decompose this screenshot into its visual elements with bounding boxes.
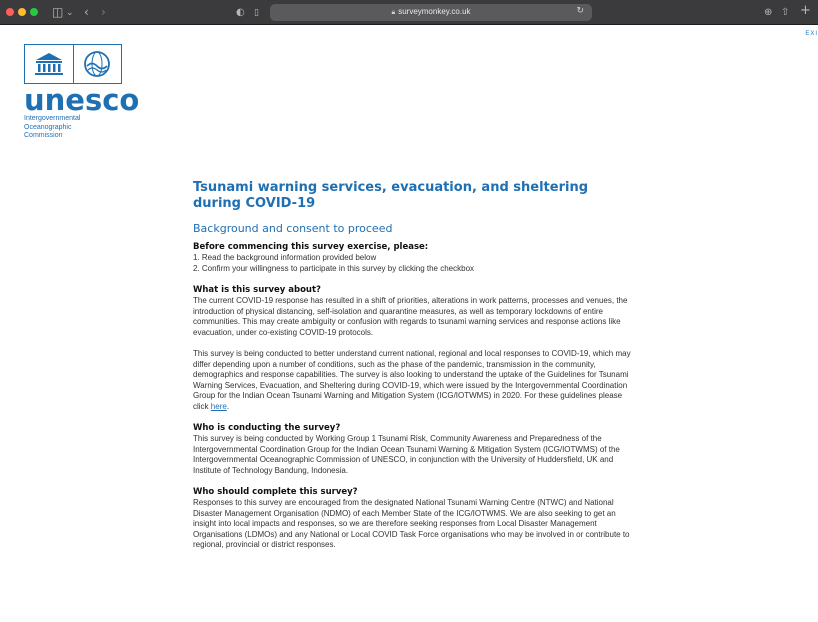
- complete-heading: Who should complete this survey?: [193, 487, 358, 497]
- lock-icon: 🔒︎: [391, 9, 396, 16]
- temple-icon: [25, 45, 74, 83]
- minimize-window-button[interactable]: [18, 8, 26, 16]
- download-icon[interactable]: ⊕: [764, 5, 772, 21]
- about-paragraph-1: The current COVID-19 response has result…: [193, 296, 628, 337]
- step-1: 1. Read the background information provi…: [193, 253, 377, 262]
- about-heading: What is this survey about?: [193, 285, 321, 295]
- about-paragraph-2-text: This survey is being conducted to better…: [193, 349, 631, 411]
- zoom-window-button[interactable]: [30, 8, 38, 16]
- page-title: Background and consent to proceed: [193, 222, 393, 235]
- ioc-globe-icon: [74, 45, 122, 83]
- complete-paragraph: Responses to this survey are encouraged …: [193, 498, 630, 549]
- who-paragraph: This survey is being conducted by Workin…: [193, 434, 620, 475]
- close-window-button[interactable]: [6, 8, 14, 16]
- new-tab-icon[interactable]: +: [800, 3, 811, 19]
- guidelines-link[interactable]: here: [211, 402, 227, 411]
- survey-content: Tsunami warning services, evacuation, an…: [193, 180, 638, 551]
- logo-sub-line-3: Commission: [24, 132, 63, 139]
- unesco-ioc-logo: unesco Intergovernmental Oceanographic C…: [24, 44, 140, 141]
- exit-link[interactable]: EXI: [805, 31, 818, 37]
- browser-toolbar: ◫ ⌄ ‹ › ◐ ▯ 🔒︎ surveymonkey.co.uk ↻ ⊕ ⇧ +: [0, 0, 818, 25]
- chevron-down-icon[interactable]: ⌄: [66, 5, 74, 21]
- back-icon[interactable]: ‹: [84, 4, 89, 20]
- unesco-wordmark: unesco: [24, 83, 140, 117]
- reload-icon[interactable]: ↻: [576, 5, 584, 16]
- logo-sub-line-2: Oceanographic: [24, 123, 72, 131]
- before-heading: Before commencing this survey exercise, …: [193, 242, 429, 252]
- privacy-shield-icon[interactable]: ◐: [236, 5, 245, 21]
- share-icon[interactable]: ⇧: [781, 5, 789, 21]
- sidebar-icon[interactable]: ◫: [52, 4, 63, 20]
- address-bar[interactable]: 🔒︎ surveymonkey.co.uk ↻: [270, 4, 592, 21]
- address-url: surveymonkey.co.uk: [398, 7, 471, 16]
- forward-icon[interactable]: ›: [101, 4, 106, 20]
- tab-page-icon[interactable]: ▯: [254, 5, 259, 21]
- logo-emblem: [24, 44, 122, 84]
- who-heading: Who is conducting the survey?: [193, 423, 341, 433]
- step-2: 2. Confirm your willingness to participa…: [193, 263, 475, 273]
- about-paragraph-2: This survey is being conducted to better…: [193, 349, 631, 411]
- survey-title: Tsunami warning services, evacuation, an…: [193, 180, 589, 211]
